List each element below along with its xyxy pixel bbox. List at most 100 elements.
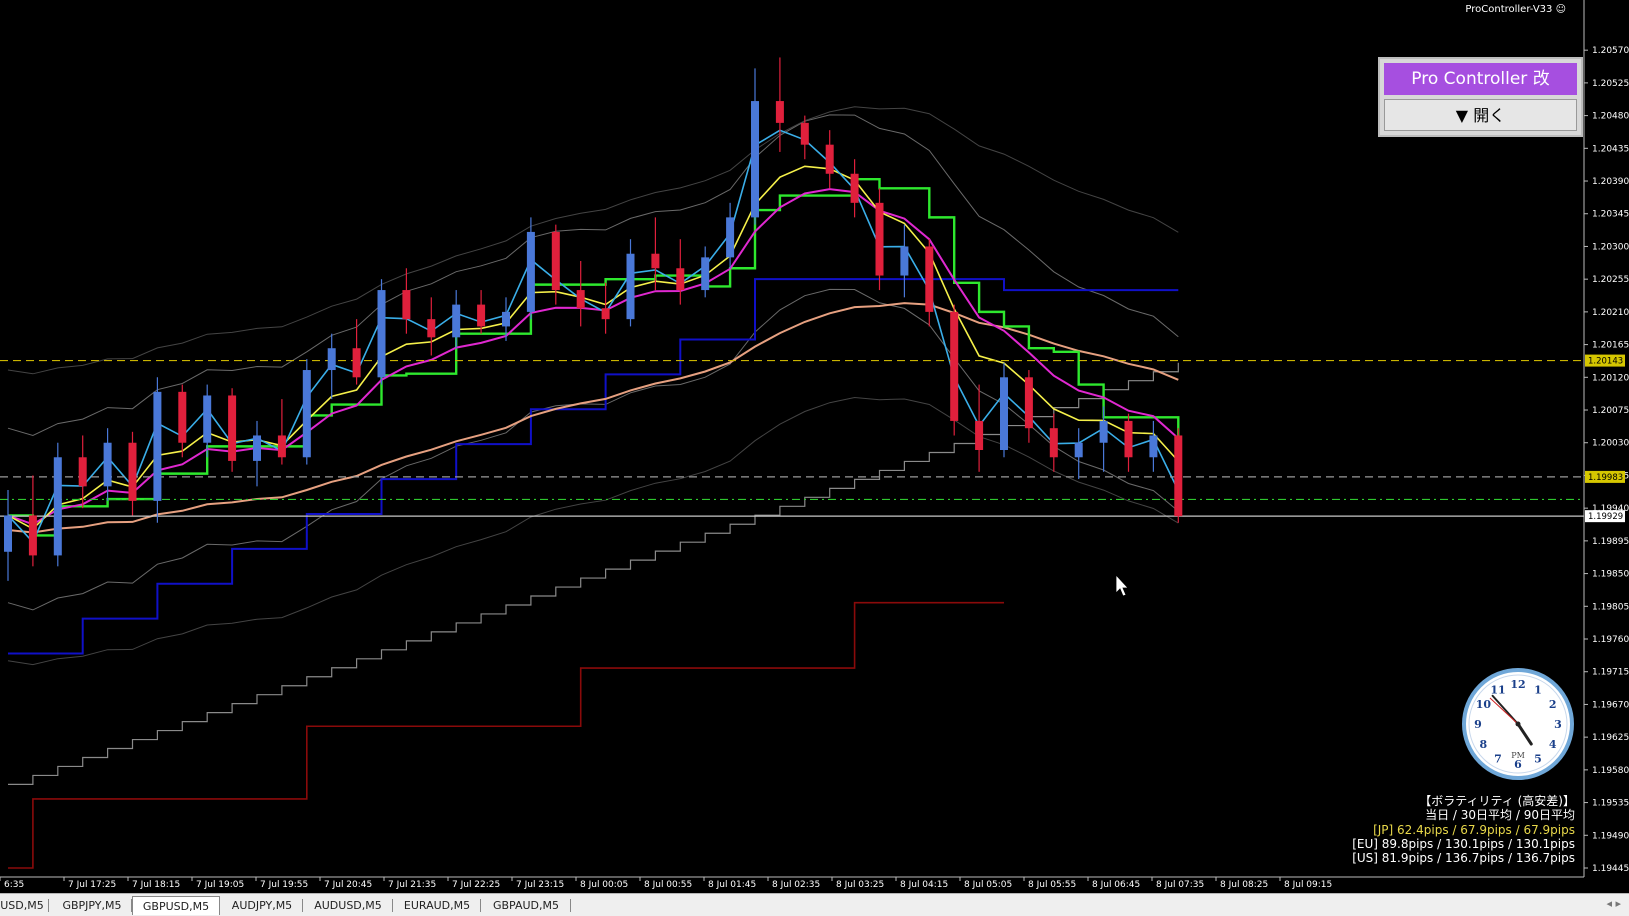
price-tick-label: 1.20210 <box>1592 308 1629 318</box>
time-tick-label: 7 Jul 18:15 <box>132 880 180 890</box>
svg-text:1.19929: 1.19929 <box>1588 512 1623 522</box>
time-tick-label: 7 Jul 19:55 <box>260 880 308 890</box>
tab-audusd-m5[interactable]: AUDUSD,M5 <box>306 896 390 915</box>
chart-area[interactable]: 1.20570 1.20525 1.20480 1.20435 1.20390 1.203… <box>0 0 1629 916</box>
fast-ma-line <box>7 129 1180 544</box>
clock-number: 9 <box>1474 718 1482 731</box>
time-axis: 6:35 7 Jul 17:25 7 Jul 18:15 7 Jul 19:05 7 J… <box>0 876 1584 890</box>
candle <box>128 431 137 516</box>
candle <box>302 359 311 465</box>
price-tick-label: 1.20300 <box>1592 242 1629 252</box>
price-tick-label: 1.20480 <box>1592 112 1629 122</box>
price-badge: 1.19983 <box>1585 470 1625 483</box>
time-tick-label: 8 Jul 07:35 <box>1156 880 1204 890</box>
candle <box>925 239 934 327</box>
candle <box>850 159 859 218</box>
time-tick-label: 7 Jul 17:25 <box>68 880 116 890</box>
price-tick-label: 1.19715 <box>1592 668 1629 678</box>
candle <box>327 333 336 400</box>
volatility-us: [US] 81.9pips / 136.7pips / 136.7pips <box>1352 851 1575 866</box>
candle <box>751 68 759 225</box>
price-tick-label: 1.20030 <box>1592 439 1629 449</box>
time-tick-label: 8 Jul 08:25 <box>1220 880 1268 890</box>
tab-scroll-arrows-icon[interactable]: ◂ ▸ <box>1606 897 1621 910</box>
volatility-panel: 【ボラティリティ (高安差)】 当日 / 30日平均 / 90日平均 [JP] … <box>1352 794 1575 865</box>
time-tick-label: 8 Jul 01:45 <box>708 880 756 890</box>
candle <box>1174 428 1183 523</box>
price-tick-label: 1.20165 <box>1592 341 1629 351</box>
outer-upper-band-line <box>7 106 1179 375</box>
price-badge: 1.19929 <box>1585 510 1625 523</box>
indicator-lines <box>7 106 1180 869</box>
candle <box>153 377 162 523</box>
price-tick-label: 1.20120 <box>1592 373 1629 383</box>
time-tick-label: 8 Jul 05:55 <box>1028 880 1076 890</box>
price-tick-label: 1.19850 <box>1592 570 1629 580</box>
price-tick-label: 1.20075 <box>1592 406 1629 416</box>
clock-number: 11 <box>1490 683 1505 696</box>
time-tick-label: 8 Jul 09:15 <box>1284 880 1332 890</box>
tab-gbpjpy-m5[interactable]: GBPJPY,M5 <box>52 896 132 915</box>
candle <box>900 224 909 298</box>
open-button[interactable]: ▼ 開く <box>1384 99 1577 131</box>
candle <box>53 442 62 567</box>
candle <box>1124 413 1133 472</box>
candle <box>228 388 237 472</box>
price-tick-label: 1.19805 <box>1592 602 1629 612</box>
price-tick-label: 1.19445 <box>1592 864 1629 874</box>
candle <box>1149 420 1158 472</box>
tab-usd-m5[interactable]: USD,M5 <box>0 896 44 915</box>
price-tick-label: 1.20390 <box>1592 177 1629 187</box>
clock-period: PM <box>1511 751 1525 760</box>
time-tick-label: 8 Jul 02:35 <box>772 880 820 890</box>
price-badge: 1.20143 <box>1585 354 1625 367</box>
candle <box>1000 362 1008 458</box>
time-tick-label: 8 Jul 03:25 <box>836 880 884 890</box>
indicator-title: ProController-V33 ☺ <box>1465 4 1566 15</box>
time-tick-label: 7 Jul 22:25 <box>452 880 500 890</box>
candle <box>402 268 411 334</box>
tab-gbpaud-m5[interactable]: GBPAUD,M5 <box>484 896 568 915</box>
tab-gbpusd-m5[interactable]: GBPUSD,M5 <box>132 896 220 915</box>
candle <box>1074 428 1083 480</box>
candle <box>4 489 12 581</box>
price-tick-label: 1.19535 <box>1592 799 1629 809</box>
volatility-eu: [EU] 89.8pips / 130.1pips / 130.1pips <box>1352 836 1575 851</box>
time-tick-label: 8 Jul 00:55 <box>644 880 692 890</box>
pro-controller-panel: Pro Controller 改 ▼ 開く <box>1378 57 1583 137</box>
time-tick-label: 8 Jul 04:15 <box>900 880 948 890</box>
analog-clock: 12 1234567891011 PM <box>1462 668 1574 780</box>
candle <box>825 130 834 189</box>
price-tick-label: 1.19670 <box>1592 700 1629 710</box>
price-tick-label: 1.19760 <box>1592 635 1629 645</box>
candle <box>1049 413 1058 472</box>
time-tick-label: 7 Jul 21:35 <box>388 880 436 890</box>
tab-audjpy-m5[interactable]: AUDJPY,M5 <box>222 896 302 915</box>
candle <box>28 475 37 567</box>
price-tick-label: 1.20570 <box>1592 46 1629 56</box>
tab-euraud-m5[interactable]: EURAUD,M5 <box>396 896 478 915</box>
clock-number: 12 <box>1510 678 1525 691</box>
green-step-line <box>8 178 1180 537</box>
svg-text:1.19983: 1.19983 <box>1588 473 1623 483</box>
pro-controller-title[interactable]: Pro Controller 改 <box>1384 63 1577 95</box>
volatility-header: 当日 / 30日平均 / 90日平均 <box>1425 808 1575 823</box>
clock-number: 2 <box>1549 698 1557 711</box>
time-tick-label: 7 Jul 20:45 <box>324 880 372 890</box>
price-tick-label: 1.20345 <box>1592 210 1629 220</box>
time-tick-label: 6:35 <box>4 880 24 890</box>
candle <box>452 290 461 349</box>
price-tick-label: 1.19625 <box>1592 733 1629 743</box>
candle <box>178 384 187 458</box>
time-tick-label: 8 Jul 06:45 <box>1092 880 1140 890</box>
candle <box>277 399 286 465</box>
clock-number: 3 <box>1554 718 1562 731</box>
price-tick-label: 1.20255 <box>1592 275 1629 285</box>
candle <box>427 297 436 356</box>
svg-text:1.20143: 1.20143 <box>1588 357 1623 367</box>
time-tick-label: 8 Jul 00:05 <box>580 880 628 890</box>
clock-number: 5 <box>1534 753 1542 766</box>
price-tick-label: 1.19580 <box>1592 766 1629 776</box>
clock-number: 7 <box>1494 753 1502 766</box>
candle <box>676 239 685 305</box>
